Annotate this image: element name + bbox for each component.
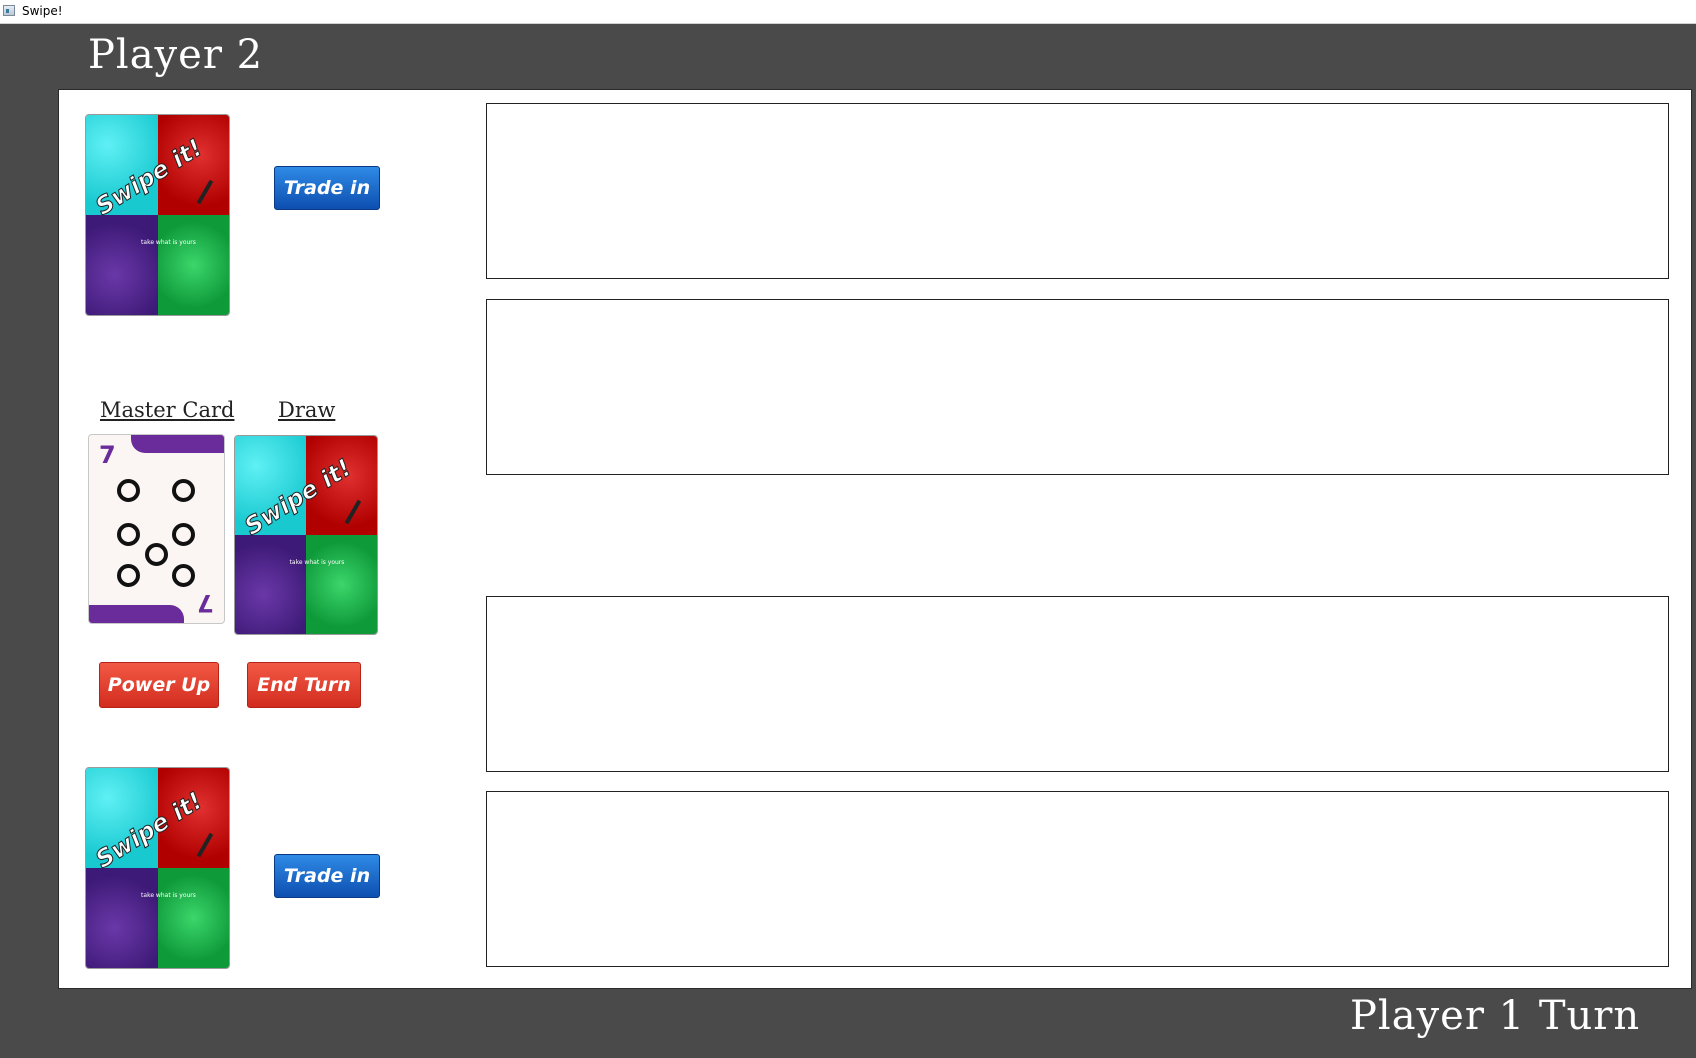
play-slot-1[interactable] [486, 103, 1669, 279]
game-board: Swipe it! take what is yours Trade in Ma… [58, 89, 1692, 989]
pip-icon [117, 564, 140, 587]
card-back-tagline: take what is yours [141, 892, 196, 899]
pip-icon [117, 523, 140, 546]
play-slot-3[interactable] [486, 596, 1669, 772]
app-icon [3, 5, 15, 16]
master-card-label: Master Card [100, 398, 235, 422]
end-turn-button[interactable]: End Turn [247, 662, 361, 708]
play-slot-2[interactable] [486, 299, 1669, 475]
window-title: Swipe! [22, 4, 63, 18]
power-up-button[interactable]: Power Up [99, 662, 219, 708]
player-card-back[interactable]: Swipe it! take what is yours [85, 767, 230, 969]
pip-icon [172, 564, 195, 587]
pip-icon [172, 523, 195, 546]
pip-icon [117, 479, 140, 502]
card-band-top [131, 435, 224, 453]
card-value-bottom: 7 [197, 589, 214, 617]
draw-label: Draw [278, 398, 336, 422]
card-value-top: 7 [99, 441, 116, 469]
opponent-player-label: Player 2 [88, 32, 264, 78]
card-back-tagline: take what is yours [289, 558, 345, 566]
master-card[interactable]: 7 7 [88, 434, 225, 624]
window-titlebar: Swipe! [0, 0, 1696, 24]
current-turn-label: Player 1 Turn [1350, 993, 1641, 1039]
trade-in-button-bottom[interactable]: Trade in [274, 854, 380, 898]
opponent-card-back[interactable]: Swipe it! take what is yours [85, 114, 230, 316]
draw-pile-card[interactable]: Swipe it! take what is yours [234, 435, 378, 635]
play-slot-4[interactable] [486, 791, 1669, 967]
card-back-tagline: take what is yours [141, 239, 196, 246]
card-band-bottom [89, 605, 184, 623]
pip-icon [172, 479, 195, 502]
pip-icon [145, 543, 168, 566]
trade-in-button-top[interactable]: Trade in [274, 166, 380, 210]
